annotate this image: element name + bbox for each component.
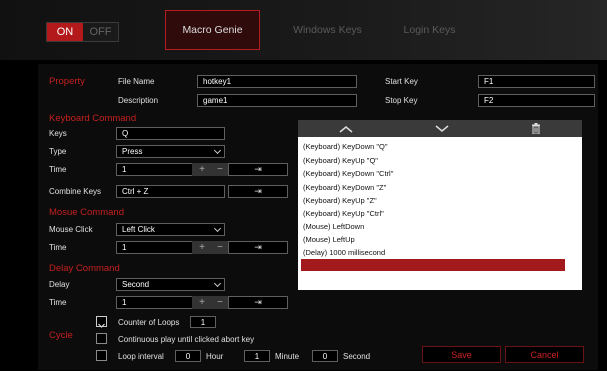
move-up-icon[interactable] [339,125,353,133]
file-name-input[interactable]: hotkey1 [197,75,357,88]
enter-icon: ⇥ [254,297,262,307]
list-item[interactable]: (Keyboard) KeyUp "Z" [303,196,377,205]
mouse-command-title: Mosue Command [49,207,124,218]
hour-input[interactable]: 0 [175,350,201,362]
chevron-down-icon [213,146,222,154]
keyboard-time-insert-button[interactable]: ⇥ [228,163,288,176]
delay-time-label: Time [49,298,67,307]
mouse-click-value: Left Click [122,225,155,234]
selected-list-item[interactable] [301,259,565,271]
description-input[interactable]: game1 [197,94,357,107]
stop-key-input[interactable]: F2 [478,94,595,107]
plus-icon[interactable]: + [199,242,205,253]
mouse-time-stepper[interactable]: + − [192,241,230,254]
cancel-button[interactable]: Cancel [505,346,584,363]
delay-time-insert-button[interactable]: ⇥ [228,296,288,309]
delay-time-input[interactable]: 1 [116,296,195,309]
mouse-time-label: Time [49,243,67,252]
list-item[interactable]: (Keyboard) KeyUp "Q" [303,156,378,165]
enter-icon: ⇥ [254,242,262,252]
toggle-off[interactable]: OFF [83,23,118,41]
mouse-click-label: Mouse Click [49,225,93,234]
type-value: Press [122,147,143,156]
delay-time-stepper[interactable]: + − [192,296,230,309]
hour-label: Hour [206,352,224,361]
counter-label: Counter of Loops [118,318,180,327]
chevron-down-icon [213,224,222,232]
enter-icon: ⇥ [254,186,262,196]
combine-keys-input[interactable]: Ctrl + Z [116,185,225,198]
plus-icon[interactable]: + [199,297,205,308]
keyboard-time-stepper[interactable]: + − [192,163,230,176]
start-key-label: Start Key [385,77,418,86]
type-select[interactable]: Press [116,145,225,158]
mouse-time-input[interactable]: 1 [116,241,195,254]
delay-command-title: Delay Command [49,263,120,274]
list-item[interactable]: (Mouse) LeftUp [303,235,355,244]
interval-label: Loop interval [118,352,164,361]
combine-keys-label: Combine Keys [49,187,102,196]
keys-input[interactable]: Q [116,127,225,140]
minus-icon[interactable]: − [217,242,223,253]
trash-icon[interactable] [531,123,541,134]
tab-macro-genie[interactable]: Macro Genie [165,10,260,50]
delay-value: Second [122,280,150,289]
second-label: Second [343,352,371,361]
list-item[interactable]: (Delay) 1000 millisecond [303,248,385,257]
tab-windows-keys[interactable]: Windows Keys [280,10,375,50]
list-item[interactable]: (Keyboard) KeyUp "Ctrl" [303,209,384,218]
second-input[interactable]: 0 [312,350,338,362]
continuous-checkbox[interactable] [96,333,107,344]
keyboard-time-label: Time [49,165,67,174]
save-button[interactable]: Save [422,346,501,363]
mouse-time-insert-button[interactable]: ⇥ [228,241,288,254]
tab-login-keys[interactable]: Login Keys [382,10,477,50]
minus-icon[interactable]: − [217,164,223,175]
interval-checkbox[interactable] [96,350,107,361]
list-item[interactable]: (Keyboard) KeyDown "Z" [303,183,386,192]
mouse-click-select[interactable]: Left Click [116,223,225,236]
description-label: Description [118,96,159,105]
minus-icon[interactable]: − [217,297,223,308]
minute-input[interactable]: 1 [244,350,270,362]
start-key-input[interactable]: F1 [478,75,595,88]
file-name-label: File Name [118,77,155,86]
minute-label: Minute [275,352,300,361]
counter-input[interactable]: 1 [190,316,216,328]
counter-checkbox[interactable] [96,316,107,328]
list-item[interactable]: (Mouse) LeftDown [303,222,364,231]
delay-label: Delay [49,280,70,289]
check-icon [98,323,105,328]
keyboard-time-input[interactable]: 1 [116,163,195,176]
move-down-icon[interactable] [435,124,449,133]
plus-icon[interactable]: + [199,164,205,175]
stop-key-label: Stop Key [385,96,418,105]
keys-label: Keys [49,129,67,138]
toggle-on[interactable]: ON [47,23,83,41]
delay-select[interactable]: Second [116,278,225,291]
power-toggle[interactable]: ON OFF [46,22,119,42]
list-item[interactable]: (Keyboard) KeyDown "Q" [303,142,388,151]
combine-keys-insert-button[interactable]: ⇥ [228,185,288,198]
event-list-toolbar [298,120,582,137]
list-item[interactable]: (Keyboard) KeyDown "Ctrl" [303,169,393,178]
keyboard-command-title: Keyboard Command [49,113,137,124]
chevron-down-icon [213,279,222,287]
continuous-label: Continuous play until clicked abort key [118,335,255,344]
type-label: Type [49,147,67,156]
property-title: Property [49,76,85,87]
cycle-title: Cycle [49,330,73,341]
enter-icon: ⇥ [254,164,262,174]
